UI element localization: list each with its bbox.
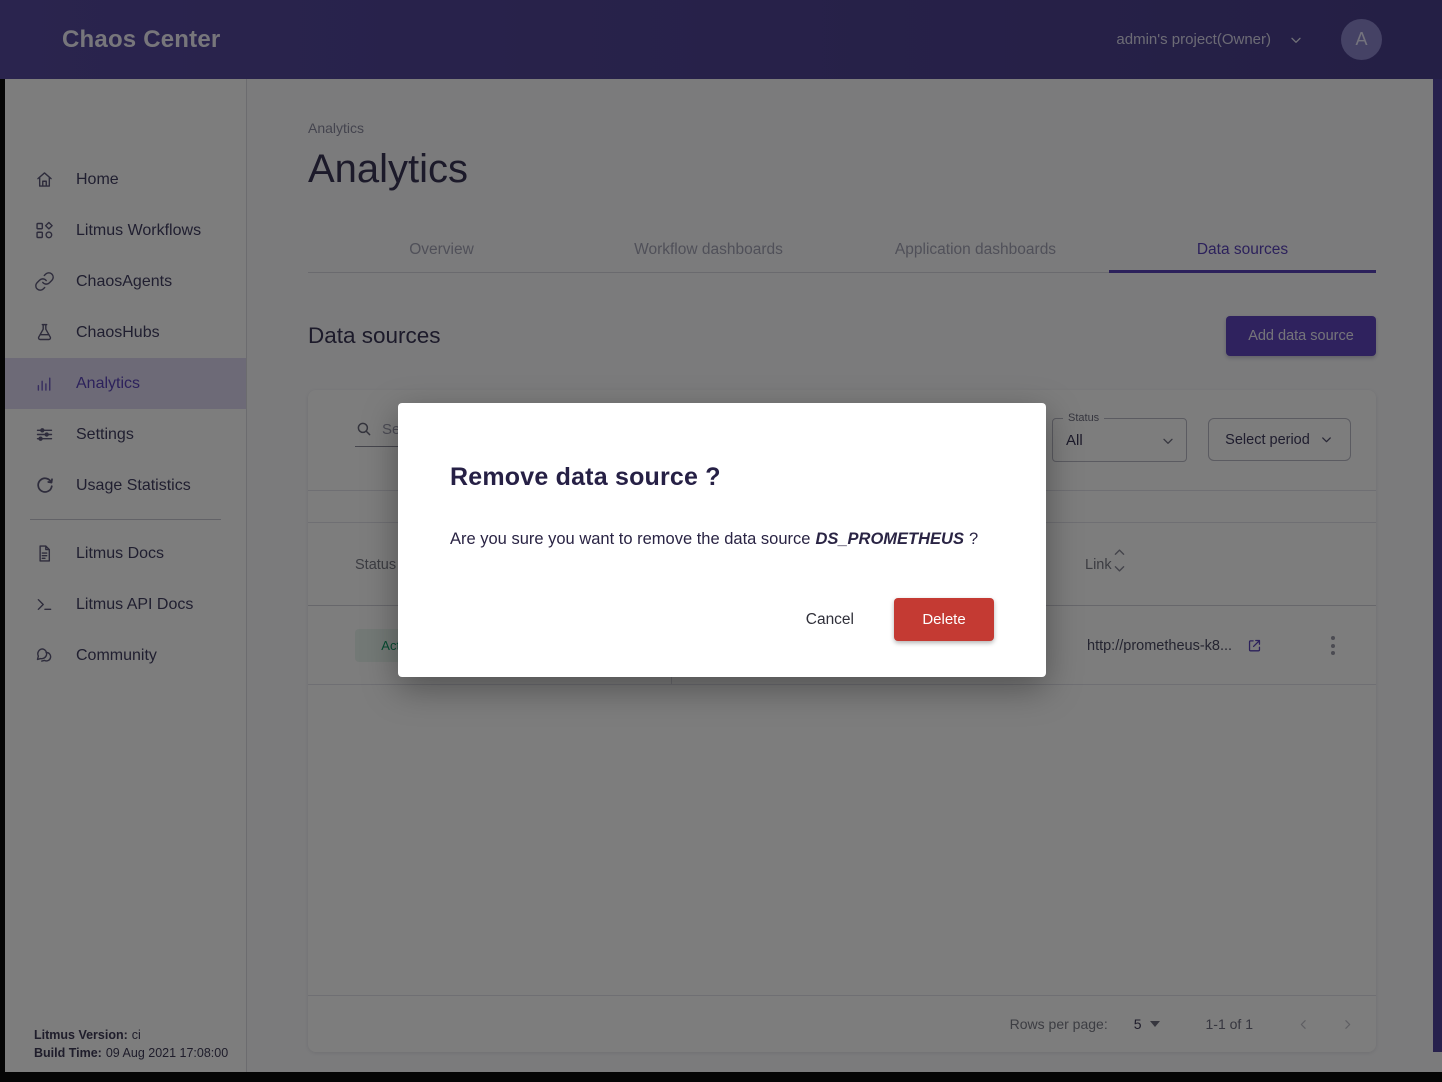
cancel-button[interactable]: Cancel <box>806 611 854 629</box>
dialog-body-text: Are you sure you want to remove the data… <box>450 530 810 548</box>
remove-data-source-dialog: Remove data source ? Are you sure you wa… <box>398 403 1046 677</box>
chaos-center-app: Chaos Center admin's project(Owner) A Ho… <box>0 0 1442 1082</box>
dialog-body-suffix: ? <box>969 530 978 548</box>
delete-button[interactable]: Delete <box>894 598 994 641</box>
dialog-title: Remove data source ? <box>450 463 721 492</box>
dialog-body: Are you sure you want to remove the data… <box>450 530 978 549</box>
data-source-name: DS_PROMETHEUS <box>815 530 964 548</box>
